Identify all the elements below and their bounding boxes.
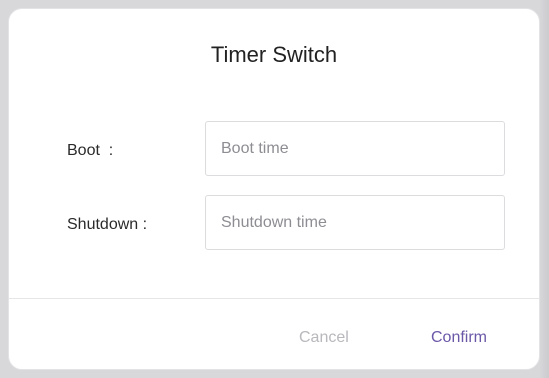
shutdown-time-input[interactable] [205,195,505,250]
timer-switch-dialog: Timer Switch Boot : Shutdown : Cancel Co… [8,8,540,370]
confirm-button[interactable]: Confirm [423,323,495,353]
cancel-button[interactable]: Cancel [291,323,357,353]
boot-label: Boot : [67,142,114,159]
dialog-title: Timer Switch [210,42,338,67]
backdrop-edge [539,0,549,378]
boot-time-input[interactable] [205,121,505,176]
shutdown-label: Shutdown : [67,216,148,233]
footer-divider [9,298,539,299]
